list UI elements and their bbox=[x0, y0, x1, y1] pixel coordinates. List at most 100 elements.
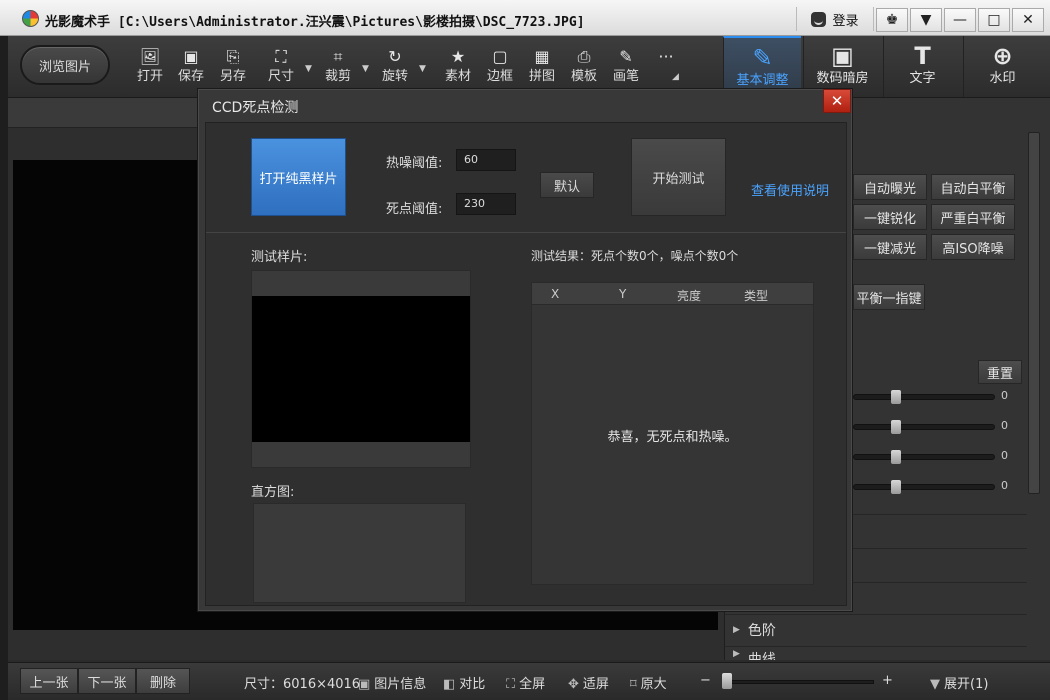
delete-button[interactable]: 删除 bbox=[136, 668, 190, 694]
app-logo-icon bbox=[22, 10, 39, 27]
sample-label: 测试样片: bbox=[251, 250, 308, 265]
image-info-label: 图片信息 bbox=[374, 677, 427, 692]
open-image-icon: 🖼 bbox=[139, 47, 161, 66]
column-y: Y bbox=[619, 287, 627, 301]
slider-track[interactable] bbox=[853, 424, 995, 430]
main-menu-button[interactable]: ▼ bbox=[910, 8, 942, 32]
section-levels-label: 色阶 bbox=[747, 622, 776, 639]
panel-text[interactable]: T 文字 bbox=[883, 36, 961, 97]
start-test-button[interactable]: 开始测试 bbox=[631, 138, 726, 216]
tool-material[interactable]: ★ 素材 bbox=[438, 46, 478, 86]
window-title: 光影魔术手 [C:\Users\Administrator.汪兴震\Pictur… bbox=[45, 11, 585, 30]
zoom-out-button[interactable]: − bbox=[700, 673, 711, 688]
zoom-handle[interactable] bbox=[722, 673, 732, 689]
panel-text-label: 文字 bbox=[909, 71, 936, 86]
help-link[interactable]: 查看使用说明 bbox=[751, 180, 829, 199]
hot-noise-threshold-label: 热噪阈值: bbox=[386, 156, 443, 171]
fullscreen-icon: ⛶ bbox=[506, 677, 516, 692]
tool-size[interactable]: ⛶ 尺寸 bbox=[261, 46, 301, 86]
tool-collage[interactable]: ▦ 拼图 bbox=[522, 46, 562, 86]
slider-handle[interactable] bbox=[891, 450, 901, 464]
tool-collage-label: 拼图 bbox=[528, 69, 555, 84]
tool-template-label: 模板 bbox=[570, 69, 597, 84]
compare-label: 对比 bbox=[459, 677, 486, 692]
slider-track[interactable] bbox=[853, 454, 995, 460]
compare-icon: ◧ bbox=[443, 677, 456, 692]
tool-crop[interactable]: ⌗ 裁剪 bbox=[318, 46, 358, 86]
slider-track[interactable] bbox=[853, 394, 995, 400]
fit-screen-label: 适屏 bbox=[582, 677, 609, 692]
slider-handle[interactable] bbox=[891, 420, 901, 434]
zoom-in-button[interactable]: + bbox=[882, 673, 893, 688]
high-iso-denoise-button[interactable]: 高ISO降噪 bbox=[931, 234, 1015, 260]
section-curves-label: 曲线 bbox=[747, 652, 776, 660]
reset-button[interactable]: 重置 bbox=[978, 360, 1022, 384]
template-icon: ⎙ bbox=[577, 47, 591, 66]
collage-icon: ▦ bbox=[534, 47, 550, 66]
compare-button[interactable]: ◧ 对比 bbox=[443, 673, 485, 692]
auto-white-balance-button[interactable]: 自动白平衡 bbox=[931, 174, 1015, 200]
histogram-label: 直方图: bbox=[251, 485, 295, 500]
close-window-button[interactable]: ✕ bbox=[1012, 8, 1044, 32]
dialog-close-button[interactable]: ✕ bbox=[823, 89, 851, 113]
rotate-dropdown-icon[interactable]: ▼ bbox=[419, 64, 426, 74]
tool-rotate[interactable]: ↻ 旋转 bbox=[375, 46, 415, 86]
one-click-sharpen-button[interactable]: 一键锐化 bbox=[853, 204, 927, 230]
tool-template[interactable]: ⎙ 模板 bbox=[564, 46, 604, 86]
tool-save-as[interactable]: ⎘ 另存 bbox=[213, 46, 253, 86]
maximize-button[interactable]: □ bbox=[978, 8, 1010, 32]
login-label: 登录 bbox=[832, 13, 859, 29]
tool-size-label: 尺寸 bbox=[267, 69, 294, 84]
hot-noise-threshold-input[interactable]: 60 bbox=[456, 149, 516, 171]
zoom-track[interactable] bbox=[724, 680, 874, 684]
column-x: X bbox=[551, 287, 560, 301]
fit-screen-button[interactable]: ✥ 适屏 bbox=[568, 673, 609, 692]
app-name: 光影魔术手 bbox=[45, 15, 111, 30]
more-dropdown-icon[interactable]: ◢ bbox=[672, 72, 679, 82]
tool-rotate-label: 旋转 bbox=[381, 69, 408, 84]
crop-dropdown-icon[interactable]: ▼ bbox=[362, 64, 369, 74]
auto-exposure-button[interactable]: 自动曝光 bbox=[853, 174, 927, 200]
tool-open[interactable]: 🖼 打开 bbox=[130, 46, 170, 86]
login-button[interactable]: 登录 bbox=[796, 7, 874, 31]
sample-preview-image bbox=[252, 296, 470, 442]
slider-value: 0 bbox=[1001, 479, 1008, 492]
size-dropdown-icon[interactable]: ▼ bbox=[305, 64, 312, 74]
default-button[interactable]: 默认 bbox=[540, 172, 594, 198]
previous-image-button[interactable]: 上一张 bbox=[20, 668, 78, 694]
one-click-dim-button[interactable]: 一键减光 bbox=[853, 234, 927, 260]
next-image-button[interactable]: 下一张 bbox=[78, 668, 136, 694]
expand-button[interactable]: ▼ 展开(1) bbox=[930, 673, 988, 692]
tool-border[interactable]: ▢ 边框 bbox=[480, 46, 520, 86]
tool-brush-label: 画笔 bbox=[612, 69, 639, 84]
test-result-summary: 测试结果：死点个数0个，噪点个数0个 bbox=[531, 249, 739, 263]
fullscreen-button[interactable]: ⛶ 全屏 bbox=[506, 673, 545, 692]
severe-white-balance-button[interactable]: 严重白平衡 bbox=[931, 204, 1015, 230]
tool-more[interactable]: ··· bbox=[646, 46, 686, 68]
slider-handle[interactable] bbox=[891, 390, 901, 404]
dead-pixel-threshold-input[interactable]: 230 bbox=[456, 193, 516, 215]
tool-save[interactable]: ▣ 保存 bbox=[171, 46, 211, 86]
minimize-button[interactable]: — bbox=[944, 8, 976, 32]
slider-value: 0 bbox=[1001, 389, 1008, 402]
section-curves[interactable]: ▶ 曲线 bbox=[725, 646, 1027, 660]
original-size-button[interactable]: ⌑ 原大 bbox=[630, 673, 667, 692]
section-levels[interactable]: ▶ 色阶 bbox=[725, 614, 1027, 644]
text-icon: T bbox=[914, 42, 931, 70]
panel-watermark[interactable]: ⊕ 水印 bbox=[963, 36, 1041, 97]
border-icon: ▢ bbox=[492, 47, 508, 66]
panel-scrollbar[interactable] bbox=[1028, 132, 1040, 494]
slider-track[interactable] bbox=[853, 484, 995, 490]
skin-button[interactable]: ♚ bbox=[876, 8, 908, 32]
watermark-icon: ⊕ bbox=[992, 42, 1013, 70]
edit-icon: ✎ bbox=[752, 44, 773, 72]
image-info-button[interactable]: ▣ 图片信息 bbox=[358, 673, 426, 692]
tool-brush[interactable]: ✎ 画笔 bbox=[606, 46, 646, 86]
panel-darkroom-label: 数码暗房 bbox=[816, 71, 869, 86]
browse-images-button[interactable]: 浏览图片 bbox=[20, 45, 110, 85]
balance-one-click-button[interactable]: 平衡一指键 bbox=[853, 284, 925, 310]
original-size-label: 原大 bbox=[640, 677, 667, 692]
slider-handle[interactable] bbox=[891, 480, 901, 494]
open-black-sample-button[interactable]: 打开纯黑样片 bbox=[251, 138, 346, 216]
save-icon: ▣ bbox=[183, 47, 199, 66]
